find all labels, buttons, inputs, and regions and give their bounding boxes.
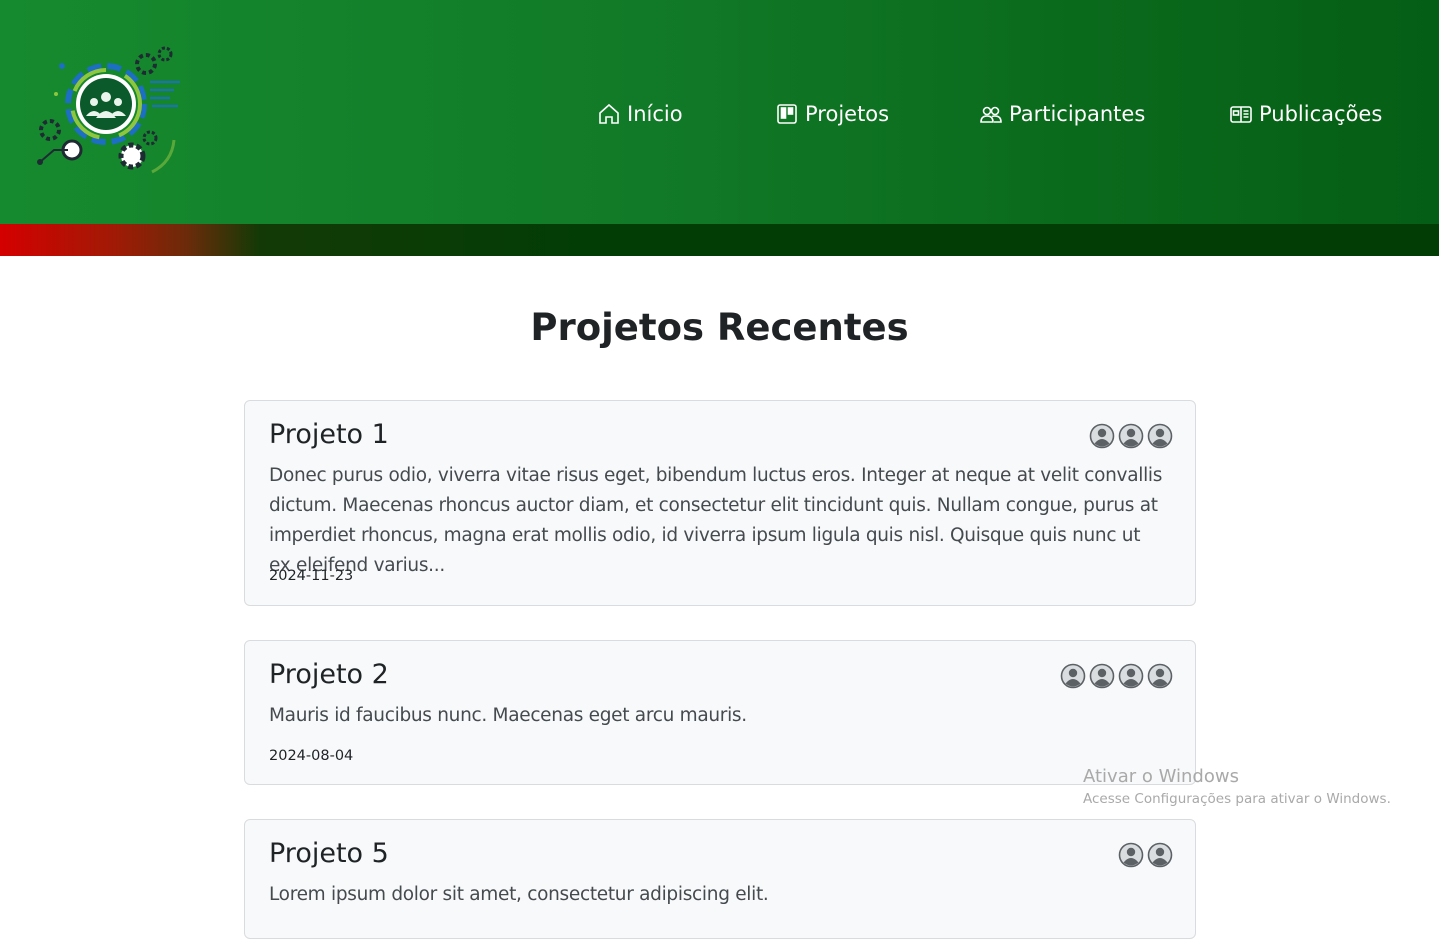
people-icon: [980, 106, 1002, 123]
nav-publicacoes[interactable]: Publicações: [1229, 96, 1382, 132]
project-title[interactable]: Projeto 5: [269, 838, 389, 869]
project-title[interactable]: Projeto 2: [269, 659, 389, 690]
nav-inicio-label: Início: [627, 102, 683, 126]
newspaper-icon: [1230, 106, 1252, 123]
nav-participantes[interactable]: Participantes: [979, 96, 1145, 132]
project-title[interactable]: Projeto 1: [269, 419, 389, 450]
team-gears-logo[interactable]: [32, 42, 188, 182]
project-card[interactable]: Projeto 5 Lorem ipsum dolor sit amet, co…: [244, 819, 1196, 939]
person-circle-icon[interactable]: [1147, 663, 1173, 689]
person-circle-icon[interactable]: [1118, 423, 1144, 449]
person-circle-icon[interactable]: [1089, 663, 1115, 689]
page-title: Projetos Recentes: [530, 306, 909, 349]
person-circle-icon[interactable]: [1118, 842, 1144, 868]
participant-avatars: [1118, 842, 1173, 868]
person-circle-icon[interactable]: [1089, 423, 1115, 449]
header-accent-bar: [0, 224, 1439, 256]
nav-inicio[interactable]: Início: [597, 96, 683, 132]
nav-publicacoes-label: Publicações: [1259, 102, 1383, 126]
kanban-icon: [777, 104, 797, 124]
windows-activation-watermark: Ativar o Windows Acesse Configurações pa…: [1083, 766, 1391, 807]
project-card[interactable]: Projeto 1 Donec purus odio, viverra vita…: [244, 400, 1196, 606]
nav-projetos-label: Projetos: [805, 102, 890, 126]
person-circle-icon[interactable]: [1147, 842, 1173, 868]
project-description: Lorem ipsum dolor sit amet, consectetur …: [269, 884, 769, 905]
nav-projetos[interactable]: Projetos: [775, 96, 889, 132]
project-description: Mauris id faucibus nunc. Maecenas eget a…: [269, 705, 747, 726]
participant-avatars: [1060, 663, 1173, 689]
person-circle-icon[interactable]: [1118, 663, 1144, 689]
person-circle-icon[interactable]: [1147, 423, 1173, 449]
nav-participantes-label: Participantes: [1009, 102, 1146, 126]
project-date: 2024-08-04: [269, 748, 354, 764]
site-header: Início Projetos Participantes Publicaçõe…: [0, 0, 1439, 224]
participant-avatars: [1089, 423, 1173, 449]
project-card[interactable]: Projeto 2 Mauris id faucibus nunc. Maece…: [244, 640, 1196, 785]
house-icon: [599, 103, 619, 124]
watermark-subtitle: Acesse Configurações para ativar o Windo…: [1083, 791, 1391, 807]
watermark-title: Ativar o Windows: [1083, 766, 1239, 787]
person-circle-icon[interactable]: [1060, 663, 1086, 689]
project-description: Donec purus odio, viverra vitae risus eg…: [269, 465, 1163, 576]
project-date: 2024-11-23: [269, 568, 354, 584]
